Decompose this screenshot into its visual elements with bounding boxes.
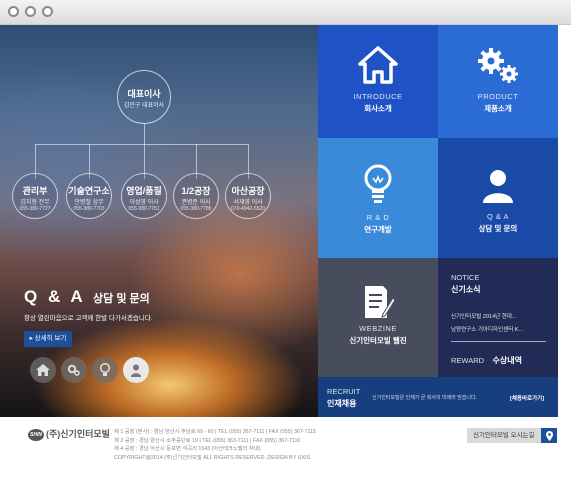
tile-webzine-ko: 신기인터모빌 웹진	[349, 336, 407, 345]
user-icon	[483, 170, 513, 203]
tile-qa-ko: 상담 및 문의	[478, 224, 518, 233]
notice-item[interactable]: 남양연구소 기아디자인센터 K...	[451, 325, 558, 333]
org-dept-phone: 055-380-7751	[128, 206, 160, 212]
window-titlebar	[0, 0, 571, 25]
tile-product-en: PRODUCT	[477, 92, 519, 101]
footer-line: 제 4 공장 : 경남 아산시 둔포면 석곡리 1543 (아산테크노밸리 자내…	[114, 446, 261, 452]
org-dept-title: 1/2공장	[181, 186, 211, 196]
org-dept-sales: 영업/품질 이성영 이사 055-380-7751	[121, 173, 167, 219]
notice-divider	[451, 341, 546, 342]
tile-introduce-en: INTRODUCE	[353, 92, 403, 101]
org-connector	[144, 124, 145, 144]
lightbulb-icon	[364, 164, 392, 203]
hero-heading-en: Q & A	[24, 287, 86, 306]
recruit-label: RECRUIT	[327, 387, 361, 396]
tile-qa[interactable]: Q & A 상담 및 문의	[438, 138, 558, 258]
hero-heading-ko: 상담 및 문의	[93, 293, 150, 305]
org-dept-phone: 070-4942-5520	[231, 206, 265, 212]
person-icon[interactable]	[123, 357, 149, 383]
recruit-title: 인재채용	[327, 399, 357, 408]
notice-panel: NOTICE 신기소식 신기인터모빌 2014년 현대... 남양연구소 기아디…	[438, 258, 558, 377]
org-dept-phone: 055-380-7703	[73, 206, 105, 212]
directions-button[interactable]: 신기인터모빌 오시는길	[467, 428, 557, 443]
bulb-icon[interactable]	[92, 357, 118, 383]
reward-label: REWARD	[451, 356, 485, 365]
reward-row[interactable]: REWARD 수상내역	[451, 350, 522, 368]
window-close-button[interactable]	[8, 6, 19, 17]
footer-address: 제 1 공장 (본사) : 경남 양산시 주남로 69 - 60 | TEL (…	[114, 428, 316, 462]
org-ceo-title: 대표이사	[127, 89, 161, 99]
org-dept-admin: 관리부 김지형 전무 055-380-7727	[12, 173, 58, 219]
org-dept-name: 안병철 상무	[74, 200, 104, 206]
org-ceo: 대표이사 김민구 대표이사	[117, 70, 171, 124]
footer-line: 제 2 공장 : 경남 양산시 소주공단로 19 | TEL (055) 363…	[114, 437, 301, 444]
recruit-bar: RECRUIT 인재채용 신기인터모빌은 인재가 곧 회사의 미래라 믿습니다.…	[318, 377, 558, 417]
org-dept-rnd: 기술연구소 안병철 상무 055-380-7703	[66, 173, 112, 219]
hero-heading: Q & A 상담 및 문의	[24, 287, 150, 307]
tile-webzine[interactable]: WEBZINE 신기인터모빌 웹진	[318, 258, 438, 377]
notice-item[interactable]: 신기인터모빌 2014년 현대...	[451, 312, 558, 320]
notice-title[interactable]: 신기소식	[451, 284, 558, 295]
footer-line: COPYRIGHT@2014 (주)신기인터모빌 ALL RIGHTS RESE…	[114, 454, 310, 461]
map-pin-icon	[541, 428, 557, 443]
reward-title: 수상내역	[492, 356, 522, 365]
gears-icon	[478, 48, 518, 83]
window-maximize-button[interactable]	[42, 6, 53, 17]
directions-label: 신기인터모빌 오시는길	[473, 432, 535, 439]
more-button[interactable]: ▸ 상세히 보기	[24, 331, 72, 347]
org-dept-phone: 055-380-7785	[180, 206, 212, 212]
footer-company: (주)신기인터모빌	[46, 429, 110, 439]
hero-banner: 대표이사 김민구 대표이사 관리부 김지형 전무 055-380-7727 기술…	[0, 25, 318, 417]
house-icon	[358, 46, 398, 84]
org-dept-phone: 055-380-7727	[19, 206, 51, 212]
document-pen-icon	[365, 286, 395, 318]
footer-logo[interactable]: SHIN (주)신기인터모빌	[28, 427, 110, 441]
tile-product[interactable]: PRODUCT 제품소개	[438, 25, 558, 138]
tile-qa-en: Q & A	[486, 212, 510, 221]
tile-introduce-ko: 회사소개	[364, 104, 392, 113]
tile-rnd-ko: 연구개발	[364, 225, 392, 234]
tile-product-ko: 제품소개	[484, 104, 512, 113]
recruit-link-button[interactable]: [채용바로가기]	[510, 394, 544, 402]
org-ceo-name: 김민구 대표이사	[123, 103, 165, 109]
recruit-description: 신기인터모빌은 인재가 곧 회사의 미래라 믿습니다.	[372, 395, 477, 401]
home-icon[interactable]	[30, 357, 56, 383]
hero-description: 항상 열린마음으로 고객께 한발 다가서겠습니다.	[24, 315, 153, 322]
org-connector	[35, 144, 248, 145]
logo-mark: SHIN	[28, 428, 44, 441]
org-dept-title: 관리부	[22, 186, 48, 196]
gear-icon[interactable]	[61, 357, 87, 383]
tile-rnd[interactable]: R & D 연구개발	[318, 138, 438, 258]
tile-introduce[interactable]: INTRODUCE 회사소개	[318, 25, 438, 138]
org-dept-asan: 아산공장 서재영 이사 070-4942-5520	[225, 173, 271, 219]
org-dept-factory12: 1/2공장 권병준 이사 055-380-7785	[173, 173, 219, 219]
org-dept-title: 기술연구소	[68, 186, 110, 196]
notice-label: NOTICE	[451, 273, 480, 282]
window-minimize-button[interactable]	[25, 6, 36, 17]
org-dept-name: 김지형 전무	[20, 200, 50, 206]
org-dept-name: 서재영 이사	[233, 200, 263, 206]
org-dept-name: 권병준 이사	[181, 200, 211, 206]
org-dept-title: 아산공장	[231, 186, 265, 196]
tile-webzine-en: WEBZINE	[359, 324, 397, 333]
footer-line: 제 1 공장 (본사) : 경남 양산시 주남로 69 - 60 | TEL (…	[114, 429, 316, 435]
tile-rnd-en: R & D	[366, 213, 390, 222]
org-dept-name: 이성영 이사	[129, 200, 159, 206]
org-dept-title: 영업/품질	[126, 186, 162, 196]
